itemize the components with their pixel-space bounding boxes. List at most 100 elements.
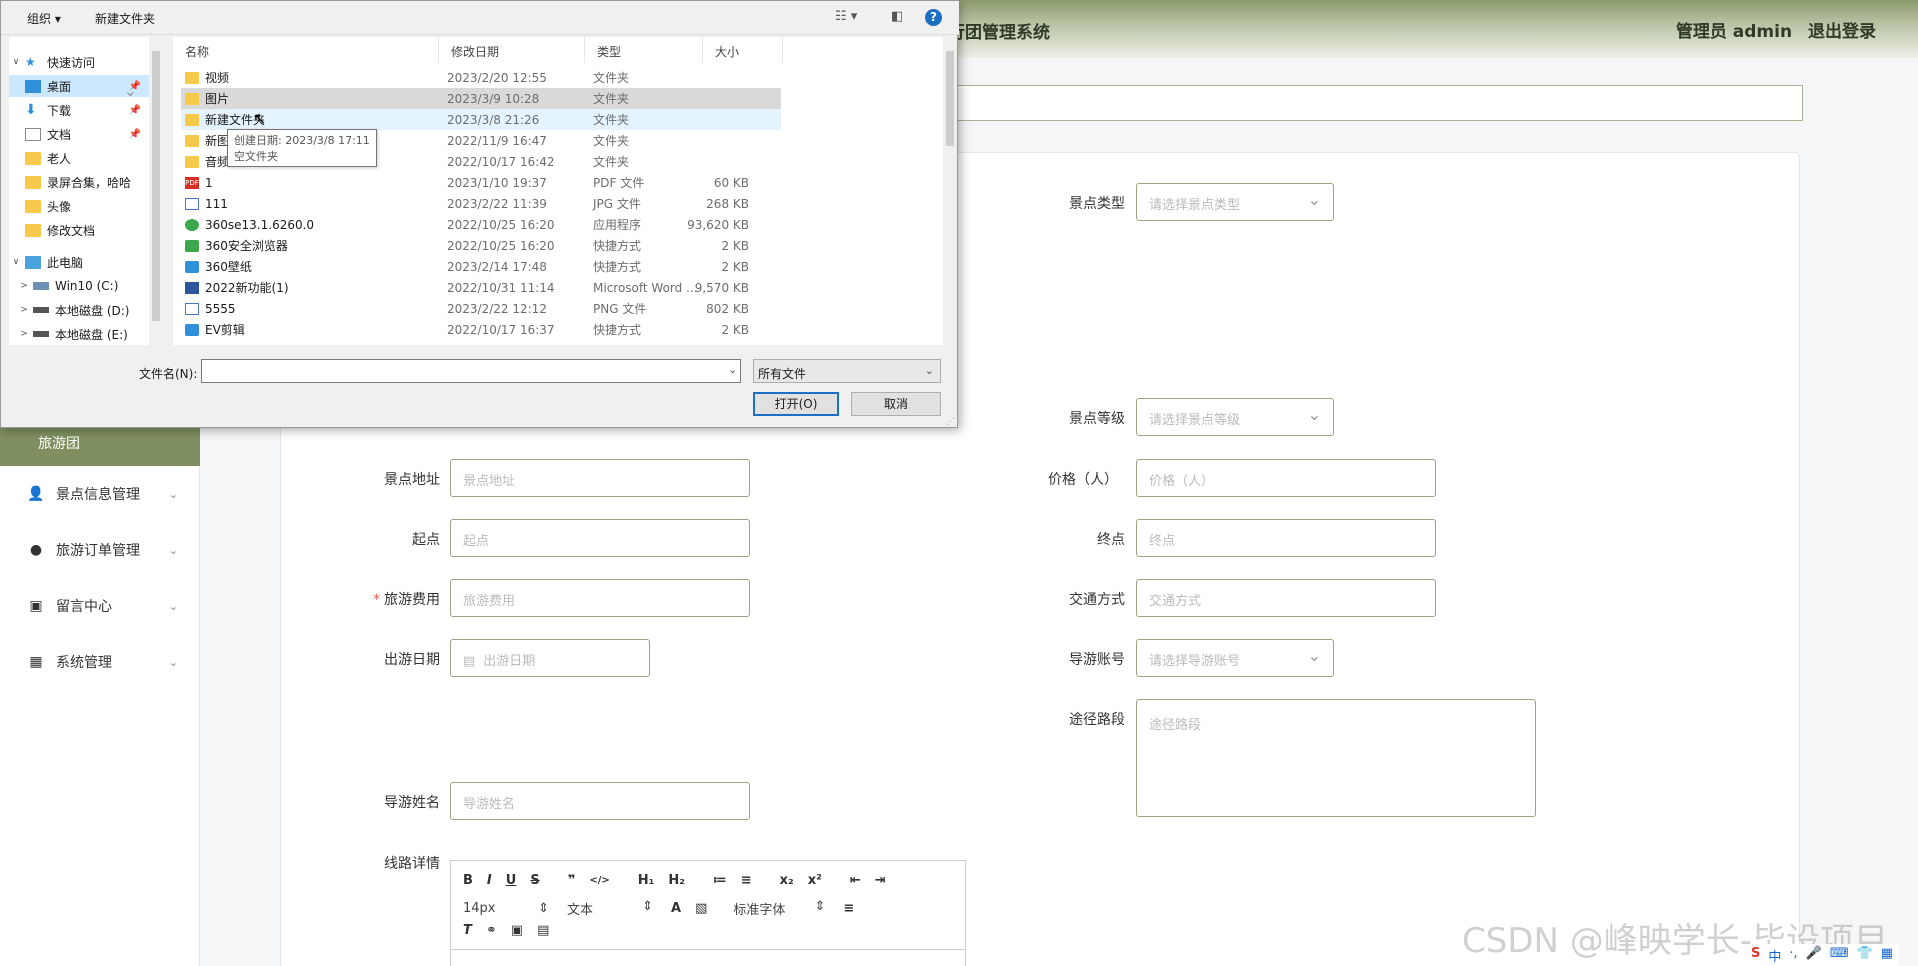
help-icon[interactable]: ? bbox=[925, 9, 942, 26]
editor-content[interactable] bbox=[451, 949, 965, 966]
bullet-list-button[interactable]: ≡ bbox=[741, 873, 752, 888]
link-icon[interactable]: ⚭ bbox=[486, 923, 497, 938]
superscript-button[interactable]: x² bbox=[808, 873, 822, 888]
punctuation-icon[interactable]: ·, bbox=[1789, 946, 1797, 965]
scroll-thumb[interactable] bbox=[152, 51, 160, 321]
nav-drive-d[interactable]: > 本地磁盘 (D:) bbox=[9, 299, 149, 321]
sidebar-item-system[interactable]: ▦ 系统管理 ⌄ bbox=[0, 642, 200, 682]
column-date[interactable]: 修改日期 bbox=[439, 37, 585, 63]
nav-downloads[interactable]: ⬇ 下载 📌 bbox=[9, 99, 149, 121]
expand-toggle-icon[interactable]: ∨ bbox=[9, 257, 23, 267]
outdent-button[interactable]: ⇤ bbox=[850, 873, 861, 888]
filetype-select[interactable]: 所有文件 ⌄ bbox=[753, 359, 941, 383]
nav-folder-edit-docs[interactable]: 修改文档 bbox=[9, 219, 149, 241]
file-row[interactable]: 图片 2023/3/9 10:28 文件夹 bbox=[181, 88, 781, 109]
expand-toggle-icon[interactable]: > bbox=[17, 329, 31, 339]
file-row[interactable]: 视频 2023/2/20 12:55 文件夹 bbox=[181, 67, 781, 88]
column-size[interactable]: 大小 bbox=[703, 37, 783, 63]
date-label: 出游日期 bbox=[384, 652, 440, 668]
font-family-picker[interactable]: 标准字体 ⇕ bbox=[733, 899, 825, 918]
ordered-list-button[interactable]: ≔ bbox=[713, 873, 727, 888]
h1-button[interactable]: H₁ bbox=[638, 873, 655, 888]
start-input[interactable]: 起点 bbox=[450, 519, 750, 557]
date-picker[interactable]: ▤ 出游日期 bbox=[450, 639, 650, 677]
nav-quick-access[interactable]: ∨ ★ 快速访问 bbox=[9, 51, 149, 73]
resize-grip-icon[interactable]: ⋰ bbox=[946, 417, 955, 427]
expand-toggle-icon[interactable]: ∨ bbox=[9, 57, 23, 67]
fee-input[interactable]: 旅游费用 bbox=[450, 579, 750, 617]
nav-drive-c[interactable]: > Win10 (C:) bbox=[9, 275, 149, 297]
microphone-icon[interactable]: 🎤 bbox=[1806, 946, 1822, 965]
bg-color-icon[interactable]: ▧ bbox=[695, 901, 707, 916]
address-input[interactable]: 景点地址 bbox=[450, 459, 750, 497]
bold-button[interactable]: B bbox=[463, 873, 473, 888]
file-row[interactable]: 111 2023/2/22 11:39 JPG 文件 268 KB bbox=[181, 193, 781, 214]
chevron-down-icon: ⌄ bbox=[168, 543, 178, 557]
file-row[interactable]: 新建文件夹 2023/3/8 21:26 文件夹 bbox=[181, 109, 781, 130]
end-input[interactable]: 终点 bbox=[1136, 519, 1436, 557]
scenic-level-label: 景点等级 bbox=[1069, 411, 1125, 427]
scenic-type-select[interactable]: 请选择景点类型 bbox=[1136, 183, 1334, 221]
file-row[interactable]: PDF 1 2023/1/10 19:37 PDF 文件 60 KB bbox=[181, 172, 781, 193]
file-row[interactable]: EV剪辑 2022/10/17 16:37 快捷方式 2 KB bbox=[181, 319, 781, 340]
filename-dropdown-icon[interactable]: ⌄ bbox=[728, 363, 737, 376]
scenic-level-select[interactable]: 请选择景点等级 bbox=[1136, 398, 1334, 436]
word-doc-icon bbox=[185, 281, 199, 294]
nav-desktop[interactable]: 桌面 📌 bbox=[9, 75, 149, 100]
underline-button[interactable]: U bbox=[506, 873, 517, 888]
new-folder-button[interactable]: 新建文件夹 bbox=[95, 10, 155, 27]
ime-chinese-icon[interactable]: 中 bbox=[1768, 946, 1781, 965]
view-options-icon[interactable]: ☷ ▾ bbox=[835, 9, 857, 24]
video-icon[interactable]: ▤ bbox=[537, 923, 549, 938]
sidebar-item-messages[interactable]: ▣ 留言中心 ⌄ bbox=[0, 586, 200, 626]
file-row[interactable]: 360se13.1.6260.0 2022/10/25 16:20 应用程序 9… bbox=[181, 214, 781, 235]
column-type[interactable]: 类型 bbox=[585, 37, 703, 63]
price-input[interactable]: 价格（人） bbox=[1136, 459, 1436, 497]
h2-button[interactable]: H₂ bbox=[668, 873, 685, 888]
expand-toggle-icon[interactable]: > bbox=[17, 281, 31, 291]
open-button[interactable]: 打开(O) bbox=[753, 392, 839, 416]
nav-folder-avatar[interactable]: 头像 bbox=[9, 195, 149, 217]
font-color-icon[interactable]: A bbox=[671, 901, 681, 916]
folder-icon bbox=[185, 113, 199, 126]
filename-input[interactable] bbox=[201, 359, 741, 383]
cancel-button[interactable]: 取消 bbox=[851, 392, 941, 416]
skin-icon[interactable]: 👕 bbox=[1857, 946, 1873, 965]
keyboard-icon[interactable]: ⌨ bbox=[1830, 946, 1849, 965]
nav-this-pc[interactable]: ∨ 此电脑 bbox=[9, 251, 149, 273]
nav-folder-elderly[interactable]: 老人 bbox=[9, 147, 149, 169]
file-list-scrollbar[interactable] bbox=[943, 37, 957, 345]
guide-name-input[interactable]: 导游姓名 bbox=[450, 782, 750, 820]
indent-button[interactable]: ⇥ bbox=[875, 873, 886, 888]
expand-toggle-icon[interactable]: > bbox=[17, 305, 31, 315]
file-row[interactable]: 2022新功能(1) 2022/10/31 11:14 Microsoft Wo… bbox=[181, 277, 781, 298]
route-textarea[interactable]: 途径路段 bbox=[1136, 699, 1536, 817]
nav-documents[interactable]: 文档 📌 bbox=[9, 123, 149, 145]
sidebar-item-scenic[interactable]: 👤 景点信息管理 ⌄ bbox=[0, 474, 200, 514]
scroll-thumb[interactable] bbox=[946, 51, 954, 146]
italic-button[interactable]: I bbox=[487, 873, 492, 888]
preview-pane-icon[interactable]: ◧ bbox=[891, 9, 903, 24]
image-icon[interactable]: ▣ bbox=[511, 923, 523, 938]
nav-folder-recordings[interactable]: 录屏合集，哈哈 bbox=[9, 171, 149, 193]
clear-format-icon[interactable]: T bbox=[463, 923, 472, 938]
sidebar-item-orders[interactable]: ● 旅游订单管理 ⌄ bbox=[0, 530, 200, 570]
transport-input[interactable]: 交通方式 bbox=[1136, 579, 1436, 617]
organize-button[interactable]: 组织 ▾ bbox=[27, 10, 61, 27]
text-style-picker[interactable]: 文本 ⇕ bbox=[567, 899, 653, 918]
strike-button[interactable]: S bbox=[530, 873, 539, 888]
file-row[interactable]: 360安全浏览器 2022/10/25 16:20 快捷方式 2 KB bbox=[181, 235, 781, 256]
file-row[interactable]: 5555 2023/2/22 12:12 PNG 文件 802 KB bbox=[181, 298, 781, 319]
nav-scrollbar[interactable] bbox=[149, 37, 163, 345]
guide-account-select[interactable]: 请选择导游账号 bbox=[1136, 639, 1334, 677]
toolbox-icon[interactable]: ▦ bbox=[1881, 946, 1893, 965]
code-button[interactable]: </> bbox=[589, 875, 609, 886]
logout-link[interactable]: 退出登录 bbox=[1808, 22, 1876, 42]
font-size-picker[interactable]: 14px ⇕ bbox=[463, 901, 549, 916]
subscript-button[interactable]: x₂ bbox=[780, 873, 794, 888]
file-row[interactable]: 360壁纸 2023/2/14 17:48 快捷方式 2 KB bbox=[181, 256, 781, 277]
align-icon[interactable]: ≡ bbox=[843, 901, 854, 916]
quote-button[interactable]: ❞ bbox=[568, 873, 576, 888]
sogou-logo-icon[interactable]: S bbox=[1751, 946, 1760, 965]
nav-drive-e[interactable]: > 本地磁盘 (E:) bbox=[9, 323, 149, 345]
